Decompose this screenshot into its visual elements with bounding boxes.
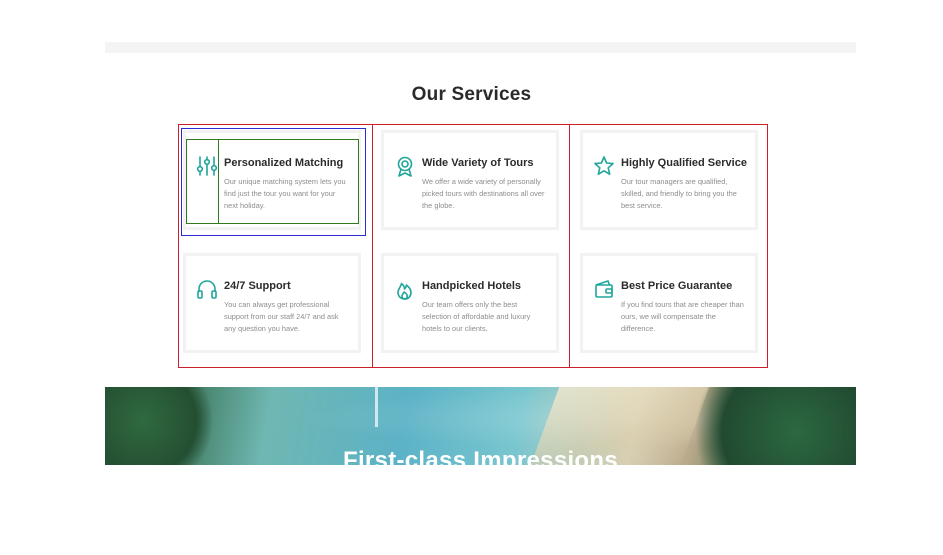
service-title: Wide Variety of Tours [422,157,534,169]
flame-icon [394,278,416,300]
column-divider [372,124,373,368]
service-title: Highly Qualified Service [621,157,747,169]
award-icon [394,155,416,177]
service-description: We offer a wide variety of personally pi… [422,177,545,210]
selection-outline-green-divider [218,139,219,224]
service-description: Our tour managers are qualified, skilled… [621,177,737,210]
section-title: Our Services [411,84,532,105]
column-divider [569,124,570,368]
service-card-wide-variety: Wide Variety of Tours We offer a wide va… [381,130,559,230]
service-title: Handpicked Hotels [422,280,522,292]
service-card-support: 24/7 Support You can always get professi… [183,253,361,353]
service-card-handpicked-hotels: Handpicked Hotels Our team offers only t… [381,253,559,353]
service-card-highly-qualified: Highly Qualified Service Our tour manage… [580,130,758,230]
hero-title: First-class Impressions [342,447,618,465]
boat-wake [375,387,378,427]
selection-outline-green [186,139,359,224]
top-strip [105,42,856,53]
service-title: 24/7 Support [224,280,291,292]
hero-banner: First-class Impressions [105,387,856,465]
service-description: If you find tours that are cheaper than … [621,300,744,333]
service-title: Best Price Guarantee [621,280,733,292]
service-description: Our team offers only the best selection … [422,300,531,333]
service-card-best-price: Best Price Guarantee If you find tours t… [580,253,758,353]
star-icon [593,155,615,177]
headphones-icon [196,278,218,300]
wallet-icon [593,278,615,300]
service-description: You can always get professional support … [224,300,339,333]
